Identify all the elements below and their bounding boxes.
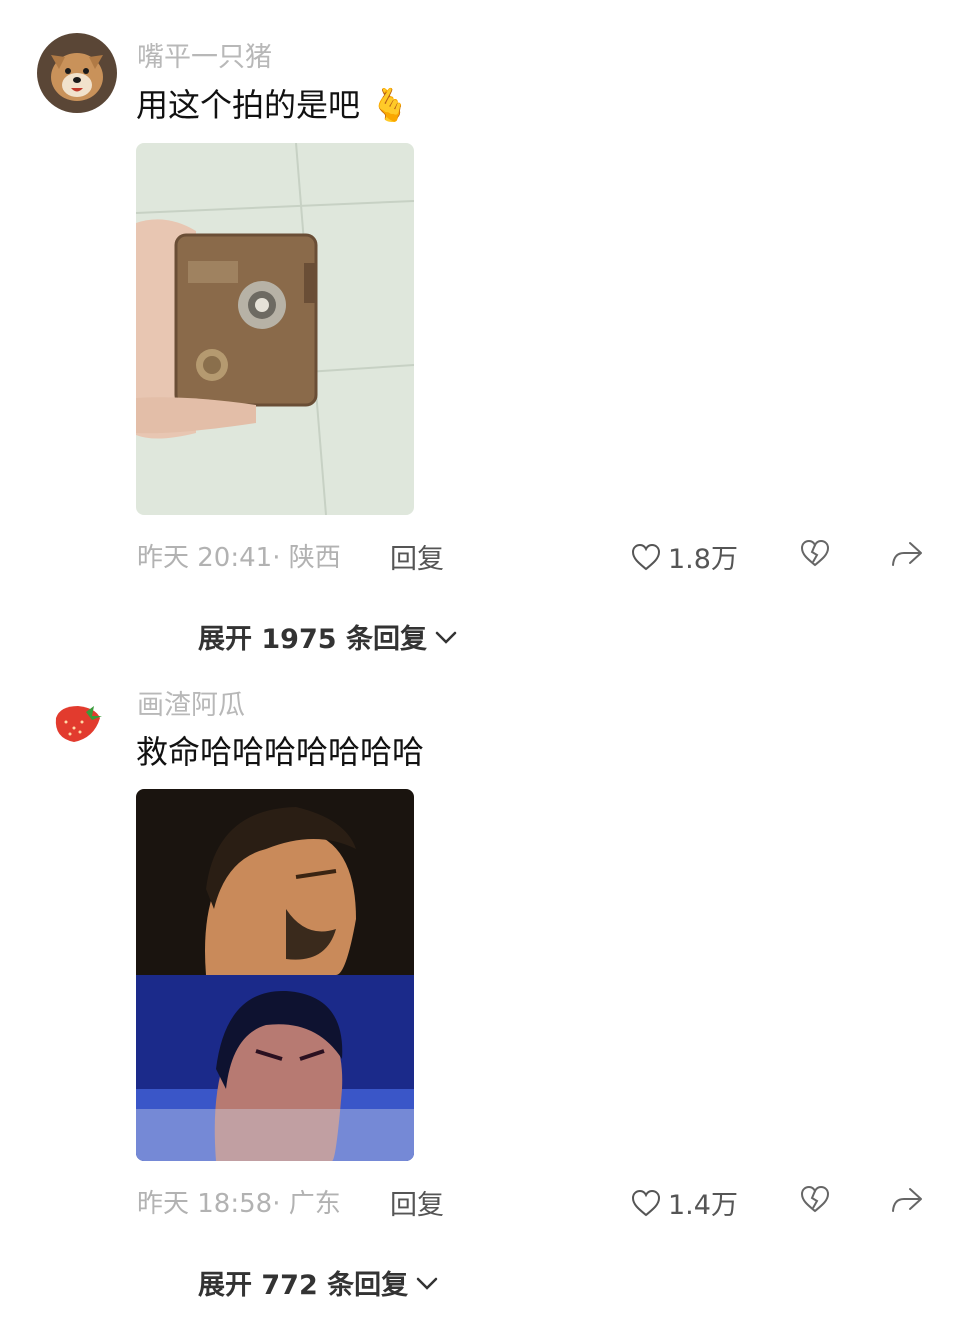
comment-meta: 昨天 20:41· 陕西 <box>137 537 341 574</box>
reply-button[interactable]: 回复 <box>390 1183 444 1222</box>
comment-time: 昨天 20:41 <box>137 543 273 573</box>
comment-location: 陕西 <box>288 543 341 573</box>
comment-time: 昨天 18:58 <box>137 1189 273 1219</box>
dislike-button[interactable] <box>799 1184 831 1218</box>
broken-heart-icon <box>800 539 830 567</box>
share-button[interactable] <box>890 540 924 572</box>
comment-image[interactable] <box>136 143 414 515</box>
like-button[interactable]: 1.4万 <box>630 1183 738 1222</box>
comment-text-body: 用这个拍的是吧 <box>136 86 361 124</box>
expand-replies-label: 展开 772 条回复 <box>198 1270 409 1301</box>
comment-location: 广东 <box>288 1189 341 1219</box>
meta-separator: · <box>272 1189 289 1219</box>
share-arrow-icon <box>892 1188 922 1212</box>
chevron-down-icon <box>435 621 457 652</box>
expand-replies-label: 展开 1975 条回复 <box>198 624 427 655</box>
comment-image[interactable] <box>136 789 414 1161</box>
comment-meta: 昨天 18:58· 广东 <box>137 1183 341 1220</box>
heart-icon <box>630 1188 662 1218</box>
heart-icon <box>630 542 662 572</box>
share-arrow-icon <box>892 542 922 566</box>
username[interactable]: 嘴平一只猪 <box>137 35 272 74</box>
comment-text: 用这个拍的是吧 🫰 <box>136 80 410 126</box>
broken-heart-icon <box>800 1185 830 1213</box>
chevron-down-icon <box>416 1267 438 1298</box>
dislike-button[interactable] <box>799 538 831 572</box>
strawberry-icon[interactable] <box>50 700 106 748</box>
reply-button[interactable]: 回复 <box>390 537 444 576</box>
like-button[interactable]: 1.8万 <box>630 537 738 576</box>
expand-replies-button[interactable]: 展开 772 条回复 <box>198 1263 438 1302</box>
like-count: 1.4万 <box>668 1190 738 1221</box>
comment-text: 救命哈哈哈哈哈哈哈 <box>136 733 425 771</box>
user-avatar[interactable] <box>37 33 117 113</box>
meta-separator: · <box>272 543 289 573</box>
expand-replies-button[interactable]: 展开 1975 条回复 <box>198 617 457 656</box>
camera-photo-image <box>136 143 414 515</box>
share-button[interactable] <box>890 1186 924 1218</box>
meme-faces-image <box>136 789 414 1161</box>
like-count: 1.8万 <box>668 544 738 575</box>
dog-avatar-icon <box>37 33 117 113</box>
username[interactable]: 画渣阿瓜 <box>137 683 245 722</box>
finger-heart-emoji: 🫰 <box>370 86 411 124</box>
